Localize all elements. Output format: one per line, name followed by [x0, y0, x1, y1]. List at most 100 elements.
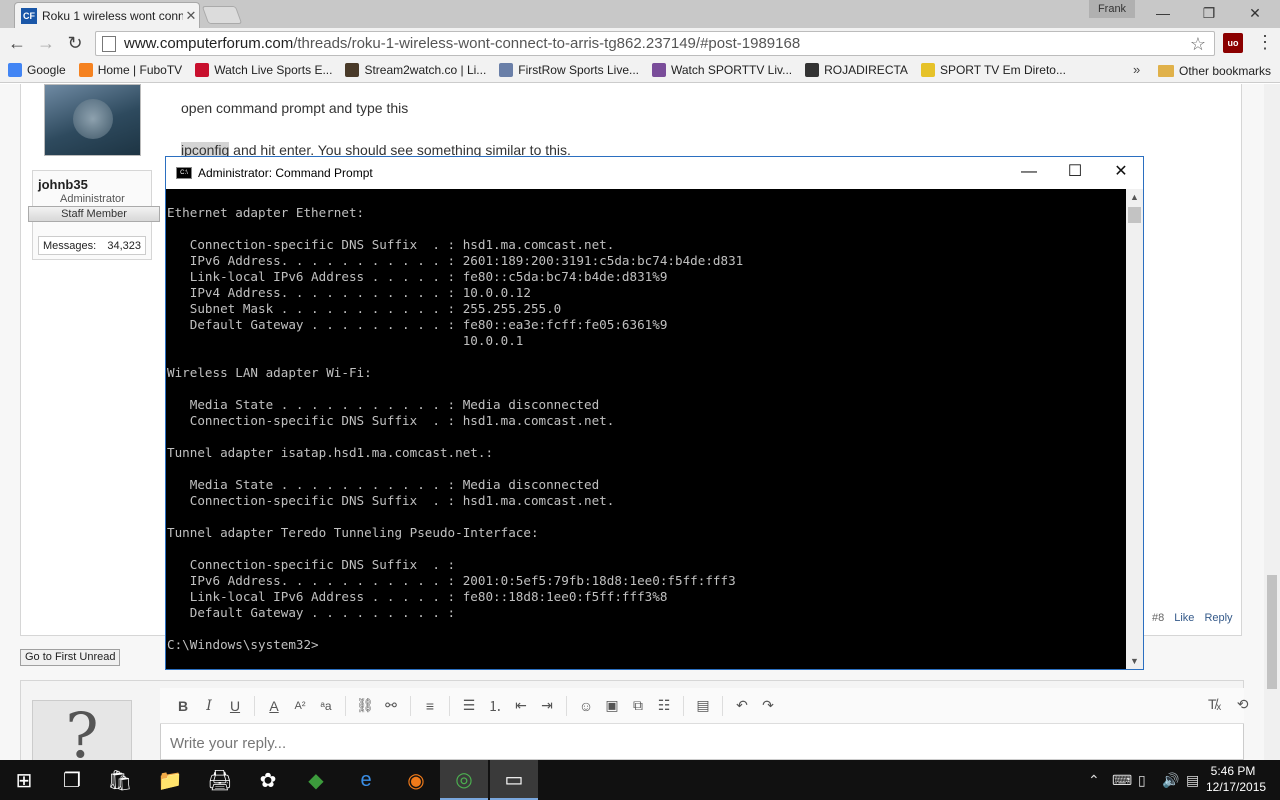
cmd-output-line: IPv6 Address. . . . . . . . . . . : 2001…: [167, 573, 736, 588]
taskbar-clock[interactable]: 5:46 PM 12/17/2015: [1206, 763, 1266, 795]
avatar[interactable]: [44, 84, 141, 156]
store-icon[interactable]: 🛍: [96, 760, 144, 800]
smiley-icon[interactable]: ☺: [573, 698, 599, 714]
bookmark-label: SPORT TV Em Direto...: [939, 63, 1066, 77]
numbered-list-icon[interactable]: ⒈: [482, 696, 508, 716]
cmd-output[interactable]: Ethernet adapter Ethernet: Connection-sp…: [166, 189, 1126, 669]
browser-tab[interactable]: CF Roku 1 wireless wont connect ✕: [14, 2, 200, 28]
cmd-titlebar[interactable]: C:\ Administrator: Command Prompt — ☐ ✕: [166, 157, 1143, 189]
image-icon[interactable]: ▣: [599, 697, 625, 714]
bookmark-item[interactable]: Stream2watch.co | Li...: [345, 63, 486, 77]
input-method-icon[interactable]: ⌨: [1112, 760, 1132, 800]
start-windows-icon[interactable]: ⊞: [0, 760, 48, 800]
back-icon[interactable]: ←: [6, 32, 28, 54]
outdent-icon[interactable]: ⇤: [508, 697, 534, 714]
bookmark-favicon-icon: [78, 63, 93, 77]
bookmark-item[interactable]: Watch SPORTTV Liv...: [652, 63, 792, 77]
align-icon[interactable]: ≡: [417, 698, 443, 714]
undo-icon[interactable]: ↶: [729, 697, 755, 714]
cmd-output-line: [167, 349, 1126, 365]
tray-overflow-icon[interactable]: ⌃: [1088, 760, 1100, 800]
bookmark-item[interactable]: Google: [8, 63, 66, 77]
notifications-icon[interactable]: ▤: [1186, 760, 1199, 800]
cmd-minimize-icon[interactable]: —: [1006, 157, 1052, 189]
underline-icon[interactable]: U: [222, 698, 248, 714]
page-scrollbar-thumb[interactable]: [1267, 575, 1277, 689]
link-icon[interactable]: ⛓: [352, 697, 378, 714]
italic-icon[interactable]: I: [196, 698, 222, 714]
pdf-app-icon[interactable]: 🖨: [196, 760, 244, 800]
bookmark-item[interactable]: ROJADIRECTA: [805, 63, 908, 77]
tab-close-icon[interactable]: ✕: [183, 8, 199, 24]
minimize-icon[interactable]: —: [1140, 4, 1186, 24]
reload-icon[interactable]: ↻: [64, 32, 86, 54]
extension-icon[interactable]: uo: [1223, 33, 1243, 53]
forward-icon[interactable]: →: [35, 32, 57, 54]
cmd-maximize-icon[interactable]: ☐: [1052, 157, 1098, 189]
bookmarks-overflow-button[interactable]: »: [1133, 62, 1140, 77]
task-view-icon[interactable]: ❐: [48, 760, 96, 800]
chrome-icon[interactable]: ◎: [440, 760, 488, 800]
cmd-scrollbar-thumb[interactable]: [1128, 207, 1141, 223]
cmd-output-line: Wireless LAN adapter Wi-Fi:: [167, 365, 372, 380]
bold-icon[interactable]: B: [170, 698, 196, 714]
post-number[interactable]: #8: [1152, 612, 1164, 624]
remove-format-icon[interactable]: T̸ₓ ⟲: [1208, 696, 1248, 713]
new-tab-button[interactable]: [201, 6, 243, 24]
bookmark-favicon-icon: [8, 63, 22, 77]
reply-link[interactable]: Reply: [1204, 612, 1232, 624]
reply-placeholder[interactable]: Write your reply...: [170, 735, 286, 752]
address-bar[interactable]: www.computerforum.com/threads/roku-1-wir…: [95, 31, 1215, 56]
profile-button[interactable]: Frank: [1089, 0, 1135, 18]
file-explorer-icon[interactable]: 📁: [146, 760, 194, 800]
save-draft-icon[interactable]: ▤: [690, 697, 716, 714]
media-icon[interactable]: ⧉: [625, 697, 651, 714]
firefox-icon[interactable]: ◉: [392, 760, 440, 800]
bookmark-item[interactable]: Watch Live Sports E...: [195, 63, 332, 77]
media-app-icon[interactable]: ◆: [292, 760, 340, 800]
divider: [345, 695, 346, 716]
bookmark-item[interactable]: SPORT TV Em Direto...: [920, 63, 1066, 77]
volume-icon[interactable]: 🔊: [1162, 760, 1179, 800]
cmd-scroll-up-icon[interactable]: ▲: [1126, 189, 1143, 205]
other-bookmarks[interactable]: Other bookmarks: [1158, 58, 1271, 83]
browser-titlebar: CF Roku 1 wireless wont connect ✕ Frank …: [0, 0, 1280, 28]
bullet-list-icon[interactable]: ☰: [456, 697, 482, 714]
app-icon[interactable]: ✿: [244, 760, 292, 800]
unlink-icon[interactable]: ⚯: [378, 697, 404, 714]
go-to-first-unread-button[interactable]: Go to First Unread: [20, 649, 121, 666]
like-link[interactable]: Like: [1174, 612, 1194, 624]
cmd-taskbar-icon[interactable]: ▭: [490, 760, 538, 800]
insert-icon[interactable]: ☷: [651, 697, 677, 714]
close-icon[interactable]: ✕: [1232, 4, 1278, 24]
bookmark-star-icon[interactable]: ☆: [1190, 34, 1206, 55]
cmd-close-icon[interactable]: ✕: [1098, 157, 1144, 189]
indent-icon[interactable]: ⇥: [534, 697, 560, 714]
cmd-output-line: Tunnel adapter Teredo Tunneling Pseudo-I…: [167, 525, 539, 540]
network-icon[interactable]: ▯: [1138, 760, 1146, 800]
cmd-scrollbar[interactable]: [1126, 189, 1143, 669]
username[interactable]: johnb35: [38, 177, 88, 192]
cmd-output-line: [167, 461, 1126, 477]
cmd-output-line: Tunnel adapter isatap.hsd1.ma.comcast.ne…: [167, 445, 494, 460]
cmd-output-line: Subnet Mask . . . . . . . . . . . : 255.…: [167, 301, 562, 316]
bookmark-item[interactable]: Home | FuboTV: [78, 63, 183, 77]
redo-icon[interactable]: ↷: [755, 697, 781, 714]
text-color-icon[interactable]: A: [261, 698, 287, 714]
font-size-icon[interactable]: A²: [287, 700, 313, 712]
cmd-output-line: Default Gateway . . . . . . . . . :: [167, 605, 456, 620]
messages-label: Messages:: [43, 239, 97, 252]
bookmark-item[interactable]: FirstRow Sports Live...: [499, 63, 639, 77]
cmd-output-line: Connection-specific DNS Suffix . : hsd1.…: [167, 237, 615, 252]
bookmark-label: Home | FuboTV: [97, 63, 183, 77]
font-family-icon[interactable]: ᵃa: [313, 699, 339, 713]
cmd-scroll-down-icon[interactable]: ▼: [1126, 653, 1143, 669]
editor-toolbar: B I U A A² ᵃa ⛓ ⚯ ≡ ☰ ⒈ ⇤ ⇥ ☺ ▣ ⧉ ☷ ▤ ↶ …: [160, 688, 1248, 724]
command-prompt-window[interactable]: C:\ Administrator: Command Prompt — ☐ ✕ …: [165, 156, 1144, 670]
edge-icon[interactable]: e: [342, 760, 390, 800]
post-footer: #8 Like Reply: [1152, 612, 1233, 624]
chrome-menu-icon[interactable]: ⋮: [1256, 32, 1274, 54]
cmd-output-line: Media State . . . . . . . . . . . : Medi…: [167, 477, 600, 492]
restore-icon[interactable]: ❐: [1186, 4, 1232, 24]
cmd-output-line: [167, 541, 1126, 557]
